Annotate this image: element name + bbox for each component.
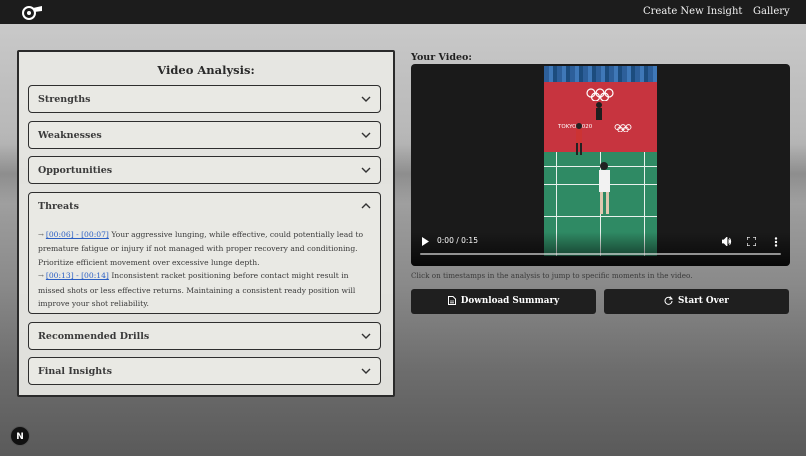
download-summary-label: Download Summary — [460, 296, 560, 306]
chevron-down-icon — [361, 167, 371, 173]
accordion-strengths[interactable]: Strengths — [28, 85, 381, 113]
accordion-final-insights[interactable]: Final Insights — [28, 357, 381, 385]
file-icon — [447, 296, 456, 305]
accordion-label: Threats — [38, 201, 79, 212]
video-player[interactable]: TOKYO 2020 0:00 / 0:15 — [411, 64, 790, 266]
accordion-label: Strengths — [38, 94, 91, 105]
threat-item: → [00:13] - [00:14] Inconsistent racket p… — [38, 269, 372, 310]
accordion-recommended-drills[interactable]: Recommended Drills — [28, 322, 381, 350]
volume-icon[interactable] — [722, 237, 732, 246]
chevron-down-icon — [361, 132, 371, 138]
timestamp-hint: Click on timestamps in the analysis to j… — [411, 271, 693, 280]
timestamp-link[interactable]: [00:06] - [00:07] — [46, 230, 109, 239]
threat-item: → [00:06] - [00:07] Your aggressive lungi… — [38, 228, 372, 269]
arrow-right-icon: → — [38, 272, 44, 281]
gallery-link[interactable]: Gallery — [753, 6, 790, 17]
your-video-label: Your Video: — [411, 52, 472, 63]
timestamp-link[interactable]: [00:13] - [00:14] — [46, 271, 109, 280]
start-over-button[interactable]: Start Over — [604, 289, 789, 314]
chevron-down-icon — [361, 96, 371, 102]
panel-title: Video Analysis: — [157, 63, 255, 77]
progress-bar[interactable] — [420, 253, 781, 255]
video-frame: TOKYO 2020 — [544, 66, 657, 256]
top-navigation-bar: Create New Insight Gallery — [0, 0, 806, 24]
accordion-threats[interactable]: Threats → [00:06] - [00:07] Your aggressi… — [28, 192, 381, 314]
accordion-weaknesses[interactable]: Weaknesses — [28, 121, 381, 149]
accordion-opportunities[interactable]: Opportunities — [28, 156, 381, 184]
more-options-icon[interactable] — [774, 237, 778, 247]
arrow-right-icon: → — [38, 231, 44, 239]
accordion-label: Opportunities — [38, 165, 113, 176]
accordion-label: Recommended Drills — [38, 331, 150, 342]
play-icon[interactable] — [421, 237, 429, 246]
start-over-label: Start Over — [678, 296, 729, 306]
video-analysis-panel: Video Analysis: Strengths Weaknesses Opp… — [17, 50, 395, 397]
fullscreen-icon[interactable] — [747, 237, 756, 246]
download-summary-button[interactable]: Download Summary — [411, 289, 596, 314]
create-new-insight-link[interactable]: Create New Insight — [643, 6, 742, 17]
accordion-label: Final Insights — [38, 366, 112, 377]
chevron-up-icon — [361, 203, 371, 209]
threats-content: → [00:06] - [00:07] Your aggressive lungi… — [38, 228, 372, 310]
players-figure — [576, 102, 610, 214]
refresh-icon — [664, 296, 674, 305]
n-badge-icon[interactable]: N — [10, 426, 30, 446]
time-display: 0:00 / 0:15 — [437, 236, 478, 245]
video-controls: 0:00 / 0:15 — [411, 232, 790, 266]
whistle-logo-icon[interactable] — [21, 4, 43, 20]
accordion-label: Weaknesses — [38, 130, 102, 141]
chevron-down-icon — [361, 333, 371, 339]
chevron-down-icon — [361, 368, 371, 374]
